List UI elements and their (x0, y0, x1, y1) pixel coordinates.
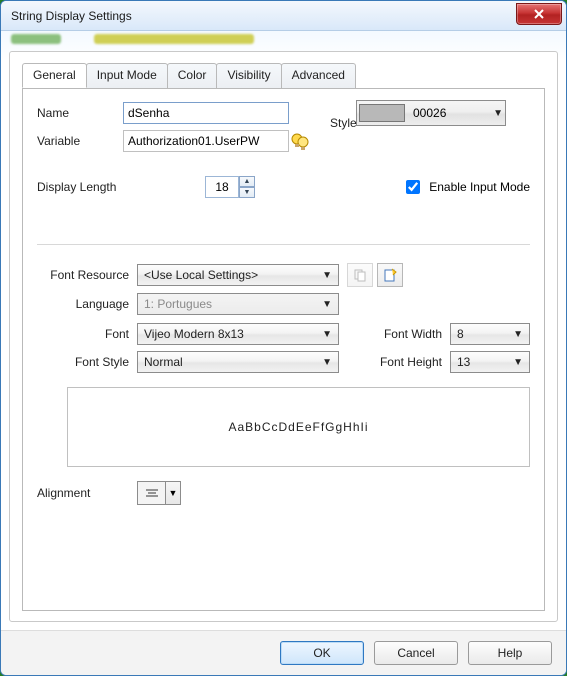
display-length-label: Display Length (37, 180, 205, 194)
language-value: 1: Portugues (144, 297, 322, 311)
tab-bar: General Input Mode Color Visibility Adva… (22, 63, 545, 89)
align-center-icon (138, 482, 166, 504)
titlebar: String Display Settings (1, 1, 566, 31)
window-title: String Display Settings (11, 9, 516, 23)
font-new-button[interactable] (377, 263, 403, 287)
chevron-down-icon: ▼ (322, 299, 332, 310)
font-width-value: 8 (457, 327, 513, 341)
language-combo[interactable]: 1: Portugues ▼ (137, 293, 339, 315)
font-preview-text: AaBbCcDdEeFfGgHhIi (228, 420, 368, 434)
font-style-label: Font Style (37, 355, 137, 369)
font-resource-combo[interactable]: <Use Local Settings> ▼ (137, 264, 339, 286)
font-preview-box: AaBbCcDdEeFfGgHhIi (67, 387, 530, 467)
dialog-button-bar: OK Cancel Help (1, 630, 566, 675)
font-label: Font (37, 327, 137, 341)
tab-color[interactable]: Color (167, 63, 218, 88)
close-icon (532, 7, 546, 21)
font-resource-value: <Use Local Settings> (144, 268, 322, 282)
help-button[interactable]: Help (468, 641, 552, 665)
font-combo[interactable]: Vijeo Modern 8x13 ▼ (137, 323, 339, 345)
chevron-down-icon: ▼ (166, 482, 180, 504)
spinner-up[interactable]: ▲ (239, 176, 255, 187)
style-swatch (359, 104, 405, 122)
chevron-down-icon: ▼ (493, 108, 503, 119)
name-label: Name (37, 106, 123, 120)
variable-picker-icon[interactable] (289, 130, 311, 152)
style-value: 00026 (413, 106, 446, 120)
display-length-spinner[interactable]: ▲ ▼ (205, 176, 255, 198)
tab-visibility[interactable]: Visibility (216, 63, 281, 88)
style-label: Style (330, 116, 357, 130)
font-width-label: Font Width (370, 327, 450, 341)
font-value: Vijeo Modern 8x13 (144, 327, 322, 341)
section-divider (37, 244, 530, 245)
chevron-down-icon: ▼ (322, 329, 332, 340)
tab-general[interactable]: General (22, 63, 87, 88)
language-label: Language (37, 297, 137, 311)
chevron-down-icon: ▼ (322, 357, 332, 368)
parent-window-blur (1, 31, 566, 45)
alignment-picker[interactable]: ▼ (137, 481, 181, 505)
font-resource-label: Font Resource (37, 268, 137, 282)
tab-panel-general: Name Variable (22, 88, 545, 611)
font-height-combo[interactable]: 13 ▼ (450, 351, 530, 373)
style-dropdown[interactable]: 00026 ▼ (356, 100, 506, 126)
font-width-combo[interactable]: 8 ▼ (450, 323, 530, 345)
enable-input-mode-input[interactable] (406, 180, 420, 194)
font-style-combo[interactable]: Normal ▼ (137, 351, 339, 373)
dialog-window: String Display Settings General Input Mo… (0, 0, 567, 676)
font-style-value: Normal (144, 355, 322, 369)
alignment-label: Alignment (37, 486, 117, 500)
dialog-body: General Input Mode Color Visibility Adva… (9, 51, 558, 622)
enable-input-mode-label: Enable Input Mode (429, 180, 530, 194)
tab-input-mode[interactable]: Input Mode (86, 63, 168, 88)
display-length-input[interactable] (205, 176, 239, 198)
enable-input-mode-checkbox[interactable]: Enable Input Mode (402, 177, 530, 197)
chevron-down-icon: ▼ (513, 329, 523, 340)
copy-icon (353, 268, 367, 282)
spinner-down[interactable]: ▼ (239, 187, 255, 198)
cancel-button[interactable]: Cancel (374, 641, 458, 665)
chevron-down-icon: ▼ (513, 357, 523, 368)
tab-advanced[interactable]: Advanced (281, 63, 356, 88)
font-height-label: Font Height (370, 355, 450, 369)
ok-button[interactable]: OK (280, 641, 364, 665)
font-copy-button[interactable] (347, 263, 373, 287)
close-button[interactable] (516, 3, 562, 25)
name-input[interactable] (123, 102, 289, 124)
variable-label: Variable (37, 134, 123, 148)
font-height-value: 13 (457, 355, 513, 369)
new-file-icon (383, 268, 397, 282)
variable-input[interactable] (123, 130, 289, 152)
chevron-down-icon: ▼ (322, 270, 332, 281)
